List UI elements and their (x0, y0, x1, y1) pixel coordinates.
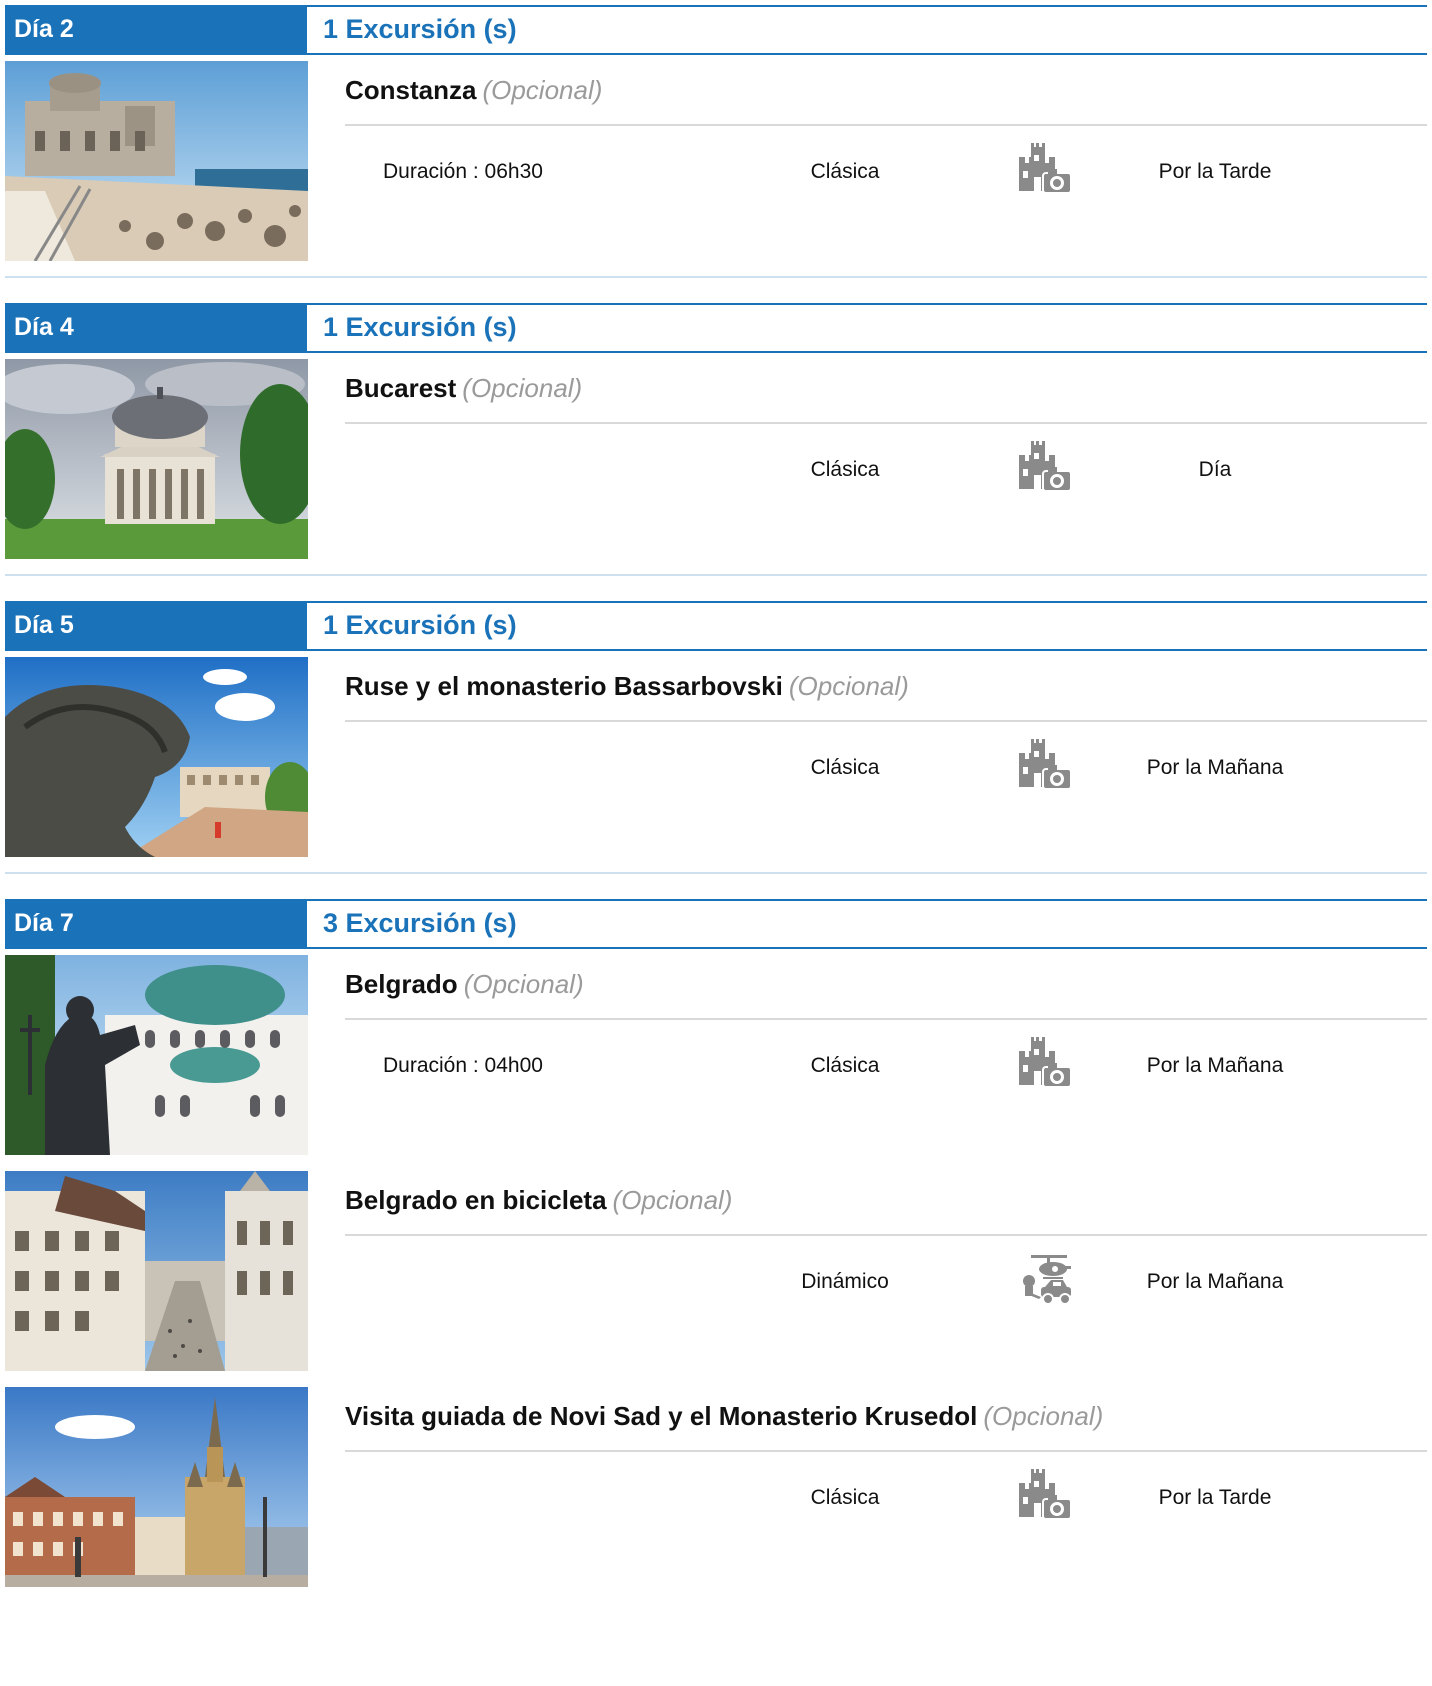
day-label: Día 5 (5, 601, 307, 651)
excursion-title-row: Belgrado (Opcional) (345, 969, 1427, 1015)
excursion-title-row: Bucarest (Opcional) (345, 373, 1427, 419)
castle-camera-icon (1017, 1037, 1073, 1089)
excursion-type: Clásica (810, 1054, 880, 1077)
duration-text: Duración : 06h30 (383, 160, 543, 183)
time-of-day: Día (1198, 458, 1232, 481)
time-of-day: Por la Tarde (1158, 1486, 1272, 1509)
excursion-count: 3 Excursión (s) (323, 908, 517, 938)
excursion-type: Clásica (810, 756, 880, 779)
castle-camera-icon (1017, 1469, 1073, 1521)
excursion-title-row: Belgrado en bicicleta (Opcional) (345, 1185, 1427, 1231)
time-of-day: Por la Mañana (1146, 1270, 1284, 1293)
excursion-type: Clásica (810, 1486, 880, 1509)
day-separator (5, 574, 1427, 576)
excursion-title-row: Constanza (Opcional) (345, 75, 1427, 121)
day-header: Día 5 1 Excursión (s) (5, 601, 1427, 651)
day-header: Día 4 1 Excursión (s) (5, 303, 1427, 353)
time-of-day: Por la Mañana (1146, 756, 1284, 779)
time-of-day: Por la Tarde (1158, 160, 1272, 183)
optional-tag: (Opcional) (788, 671, 909, 701)
excursion-item[interactable]: Visita guiada de Novi Sad y el Monasteri… (5, 1387, 1427, 1587)
excursion-item[interactable]: Bucarest (Opcional) Clásica Día (5, 359, 1427, 559)
helicopter-car-icon (1017, 1253, 1073, 1305)
excursion-count: 1 Excursión (s) (323, 312, 517, 342)
excursion-type: Dinámico (801, 1270, 889, 1293)
excursion-divider (345, 1234, 1427, 1236)
excursion-type: Clásica (810, 160, 880, 183)
castle-camera-icon (1017, 143, 1073, 195)
excursion-count: 1 Excursión (s) (323, 14, 517, 44)
day-section: Día 4 1 Excursión (s) Bucarest (Opcional… (5, 303, 1427, 559)
day-separator (5, 872, 1427, 874)
excursion-count-bar: 1 Excursión (s) (307, 601, 1427, 651)
excursion-divider (345, 422, 1427, 424)
excursion-title[interactable]: Belgrado en bicicleta (345, 1185, 607, 1215)
excursion-divider (345, 1450, 1427, 1452)
excursion-title-row: Visita guiada de Novi Sad y el Monasteri… (345, 1401, 1427, 1447)
excursion-photo[interactable] (5, 657, 308, 857)
day-section: Día 5 1 Excursión (s) Ruse y el monaster (5, 601, 1427, 857)
excursion-title[interactable]: Visita guiada de Novi Sad y el Monasteri… (345, 1401, 977, 1431)
excursions-list: Día 2 1 Excursión (s) Constanza (Opciona… (0, 0, 1432, 1686)
duration-text: Duración : 04h00 (383, 1054, 543, 1077)
excursion-photo[interactable] (5, 1171, 308, 1371)
optional-tag: (Opcional) (462, 373, 583, 403)
excursion-count-bar: 3 Excursión (s) (307, 899, 1427, 949)
day-section: Día 2 1 Excursión (s) Constanza (Opciona… (5, 5, 1427, 261)
excursion-item[interactable]: Belgrado en bicicleta (Opcional) Dinámico (5, 1171, 1427, 1371)
excursion-item[interactable]: Belgrado (Opcional) Duración : 04h00 Clás… (5, 955, 1427, 1155)
excursion-photo[interactable] (5, 1387, 308, 1587)
castle-camera-icon (1017, 441, 1073, 493)
day-header: Día 2 1 Excursión (s) (5, 5, 1427, 55)
excursion-item[interactable]: Constanza (Opcional) Duración : 06h30 Clá… (5, 61, 1427, 261)
day-label: Día 2 (5, 5, 307, 55)
excursion-divider (345, 124, 1427, 126)
excursion-divider (345, 720, 1427, 722)
day-label: Día 4 (5, 303, 307, 353)
day-section: Día 7 3 Excursión (s) Belgrado (Opcional… (5, 899, 1427, 1587)
excursion-title-row: Ruse y el monasterio Bassarbovski (Opcion… (345, 671, 1427, 717)
excursion-count-bar: 1 Excursión (s) (307, 303, 1427, 353)
day-separator (5, 276, 1427, 278)
excursion-count-bar: 1 Excursión (s) (307, 5, 1427, 55)
time-of-day: Por la Mañana (1146, 1054, 1284, 1077)
optional-tag: (Opcional) (482, 75, 603, 105)
excursion-photo[interactable] (5, 61, 308, 261)
optional-tag: (Opcional) (612, 1185, 733, 1215)
excursion-count: 1 Excursión (s) (323, 610, 517, 640)
excursion-divider (345, 1018, 1427, 1020)
excursion-photo[interactable] (5, 359, 308, 559)
excursion-title[interactable]: Ruse y el monasterio Bassarbovski (345, 671, 783, 701)
excursion-type: Clásica (810, 458, 880, 481)
excursion-title[interactable]: Belgrado (345, 969, 458, 999)
castle-camera-icon (1017, 739, 1073, 791)
excursion-title[interactable]: Bucarest (345, 373, 456, 403)
excursion-item[interactable]: Ruse y el monasterio Bassarbovski (Opcion… (5, 657, 1427, 857)
optional-tag: (Opcional) (983, 1401, 1104, 1431)
optional-tag: (Opcional) (463, 969, 584, 999)
excursion-photo[interactable] (5, 955, 308, 1155)
day-header: Día 7 3 Excursión (s) (5, 899, 1427, 949)
day-label: Día 7 (5, 899, 307, 949)
excursion-title[interactable]: Constanza (345, 75, 476, 105)
